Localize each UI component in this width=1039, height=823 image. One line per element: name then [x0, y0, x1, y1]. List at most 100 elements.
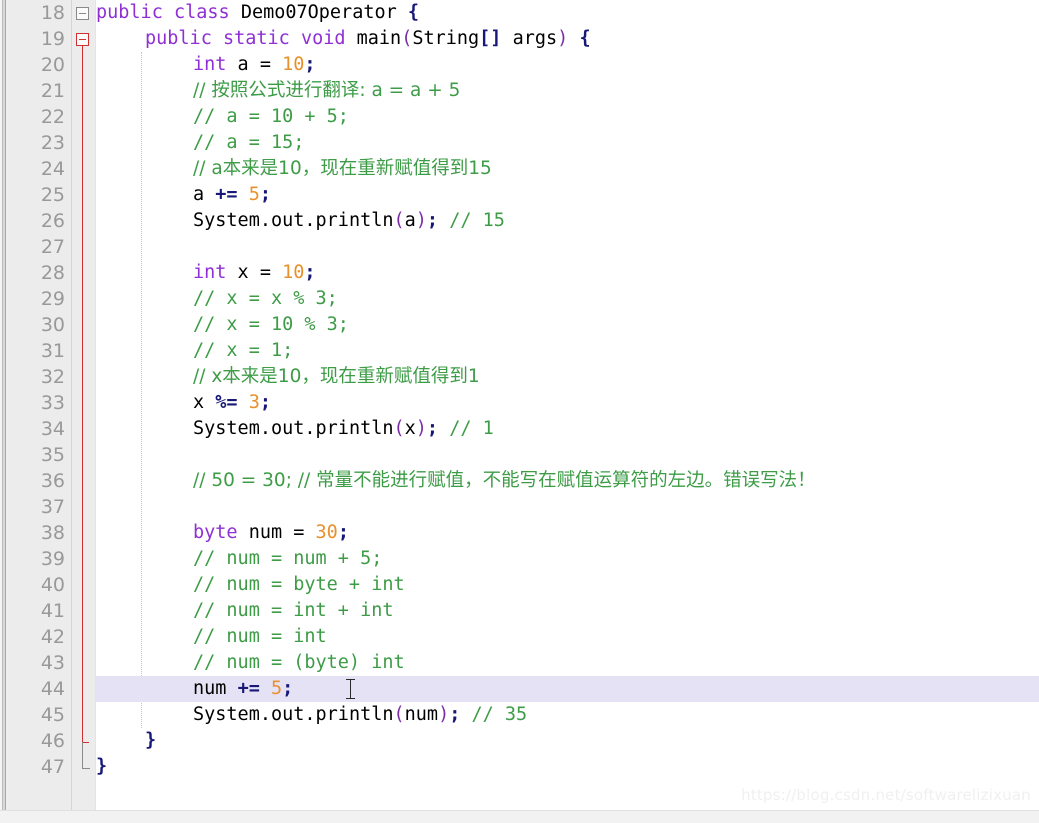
fold-toggle-icon[interactable]	[76, 7, 89, 20]
minus-glyph	[79, 39, 86, 40]
token-id	[346, 28, 357, 49]
code-line[interactable]: int x = 10;	[193, 260, 316, 286]
line-number[interactable]: 26	[9, 208, 65, 234]
code-line[interactable]: // 50 = 30; // 常量不能进行赋值，不能写在赋值运算符的左边。错误写…	[193, 468, 816, 494]
token-kw: public	[145, 28, 212, 49]
token-id	[304, 522, 315, 543]
token-id: System	[193, 418, 260, 439]
token-id	[238, 184, 249, 205]
code-line[interactable]: // num = int + int	[193, 598, 393, 624]
token-id	[438, 210, 449, 231]
line-number[interactable]: 20	[9, 52, 65, 78]
line-number[interactable]: 40	[9, 572, 65, 598]
line-number[interactable]: 47	[9, 754, 65, 780]
code-line[interactable]: System.out.println(a); // 15	[193, 208, 505, 234]
code-line[interactable]: }	[145, 728, 156, 754]
code-line[interactable]: a += 5;	[193, 182, 271, 208]
code-line[interactable]: public static void main(String[] args) {	[145, 26, 591, 52]
line-number[interactable]: 33	[9, 390, 65, 416]
fold-toggle-icon[interactable]	[76, 33, 89, 46]
token-kw: byte	[193, 522, 238, 543]
line-number[interactable]: 44	[9, 676, 65, 702]
indent-guide-level-1	[141, 52, 142, 728]
token-pa: )	[415, 418, 427, 439]
line-number[interactable]: 18	[9, 0, 65, 26]
token-id: a	[226, 54, 260, 75]
fold-line-class-end	[82, 768, 90, 769]
line-number[interactable]: 34	[9, 416, 65, 442]
line-number[interactable]: 35	[9, 442, 65, 468]
code-line[interactable]: // num = byte + int	[193, 572, 405, 598]
code-line[interactable]: // num = (byte) int	[193, 650, 405, 676]
token-op: ;	[337, 522, 349, 543]
token-id: num	[193, 678, 238, 699]
line-number[interactable]: 21	[9, 78, 65, 104]
token-br: }	[145, 730, 157, 751]
code-line[interactable]: // num = num + 5;	[193, 546, 382, 572]
line-number[interactable]: 31	[9, 338, 65, 364]
token-cmt: // x = 10 % 3;	[193, 314, 349, 335]
line-number[interactable]: 29	[9, 286, 65, 312]
code-line[interactable]: // a本来是10，现在重新赋值得到15	[193, 156, 492, 182]
code-line[interactable]: // x本来是10，现在重新赋值得到1	[193, 364, 480, 390]
token-cmt: // x本来是10，现在重新赋值得到1	[193, 366, 480, 387]
line-number[interactable]: 36	[9, 468, 65, 494]
line-number[interactable]: 43	[9, 650, 65, 676]
code-line[interactable]: // num = int	[193, 624, 327, 650]
line-number[interactable]: 41	[9, 598, 65, 624]
line-number[interactable]: 24	[9, 156, 65, 182]
code-line[interactable]: System.out.println(num); // 35	[193, 702, 527, 728]
source-watermark: https://blog.csdn.net/softwarelizixuan	[741, 786, 1031, 804]
token-id: println	[315, 704, 394, 725]
line-number[interactable]: 25	[9, 182, 65, 208]
code-line[interactable]: // a = 10 + 5;	[193, 104, 349, 130]
code-line[interactable]: byte num = 30;	[193, 520, 349, 546]
token-pa: (	[401, 28, 413, 49]
code-line[interactable]: // x = 10 % 3;	[193, 312, 349, 338]
line-number[interactable]: 42	[9, 624, 65, 650]
token-op: +=	[215, 184, 238, 205]
line-number[interactable]: 39	[9, 546, 65, 572]
code-folding-strip[interactable]	[72, 0, 96, 811]
code-line[interactable]: // x = x % 3;	[193, 286, 338, 312]
token-cmt: // 1	[449, 418, 494, 439]
code-line[interactable]: // 按照公式进行翻译: a = a + 5	[193, 78, 460, 104]
token-op: ;	[259, 184, 271, 205]
token-br: {	[579, 28, 591, 49]
line-number[interactable]: 38	[9, 520, 65, 546]
code-line[interactable]: // x = 1;	[193, 338, 293, 364]
code-line[interactable]: num += 5;	[193, 676, 293, 702]
line-number[interactable]: 27	[9, 234, 65, 260]
token-cmt: // 15	[449, 210, 505, 231]
token-id: out	[270, 704, 305, 725]
line-number[interactable]: 32	[9, 364, 65, 390]
line-number[interactable]: 19	[9, 26, 65, 52]
code-line[interactable]: int a = 10;	[193, 52, 316, 78]
token-br: {	[407, 2, 420, 23]
token-id: num	[404, 704, 439, 725]
token-cmt: // a = 15;	[193, 132, 305, 153]
token-id: .	[304, 704, 316, 725]
window-edge-strip	[0, 0, 9, 811]
line-number[interactable]: 28	[9, 260, 65, 286]
line-number[interactable]: 45	[9, 702, 65, 728]
code-line[interactable]: // a = 15;	[193, 130, 304, 156]
line-number[interactable]: 46	[9, 728, 65, 754]
code-line[interactable]: x %= 3;	[193, 390, 271, 416]
token-kw: class	[173, 2, 230, 23]
token-num: 10	[282, 54, 305, 75]
line-number[interactable]: 22	[9, 104, 65, 130]
token-id: println	[315, 210, 394, 231]
token-id: .	[259, 418, 271, 439]
token-kw: void	[300, 28, 346, 49]
code-editor[interactable]: 18 public class Demo07Operator { 19 public …	[0, 0, 1039, 823]
code-line[interactable]: public class Demo07Operator {	[96, 0, 419, 26]
token-id	[438, 418, 449, 439]
token-cmt: // x = x % 3;	[193, 288, 338, 309]
line-number[interactable]: 37	[9, 494, 65, 520]
line-number[interactable]: 30	[9, 312, 65, 338]
code-line[interactable]: }	[96, 754, 107, 780]
code-line[interactable]: System.out.println(x); // 1	[193, 416, 494, 442]
token-num: 30	[315, 522, 338, 543]
line-number[interactable]: 23	[9, 130, 65, 156]
